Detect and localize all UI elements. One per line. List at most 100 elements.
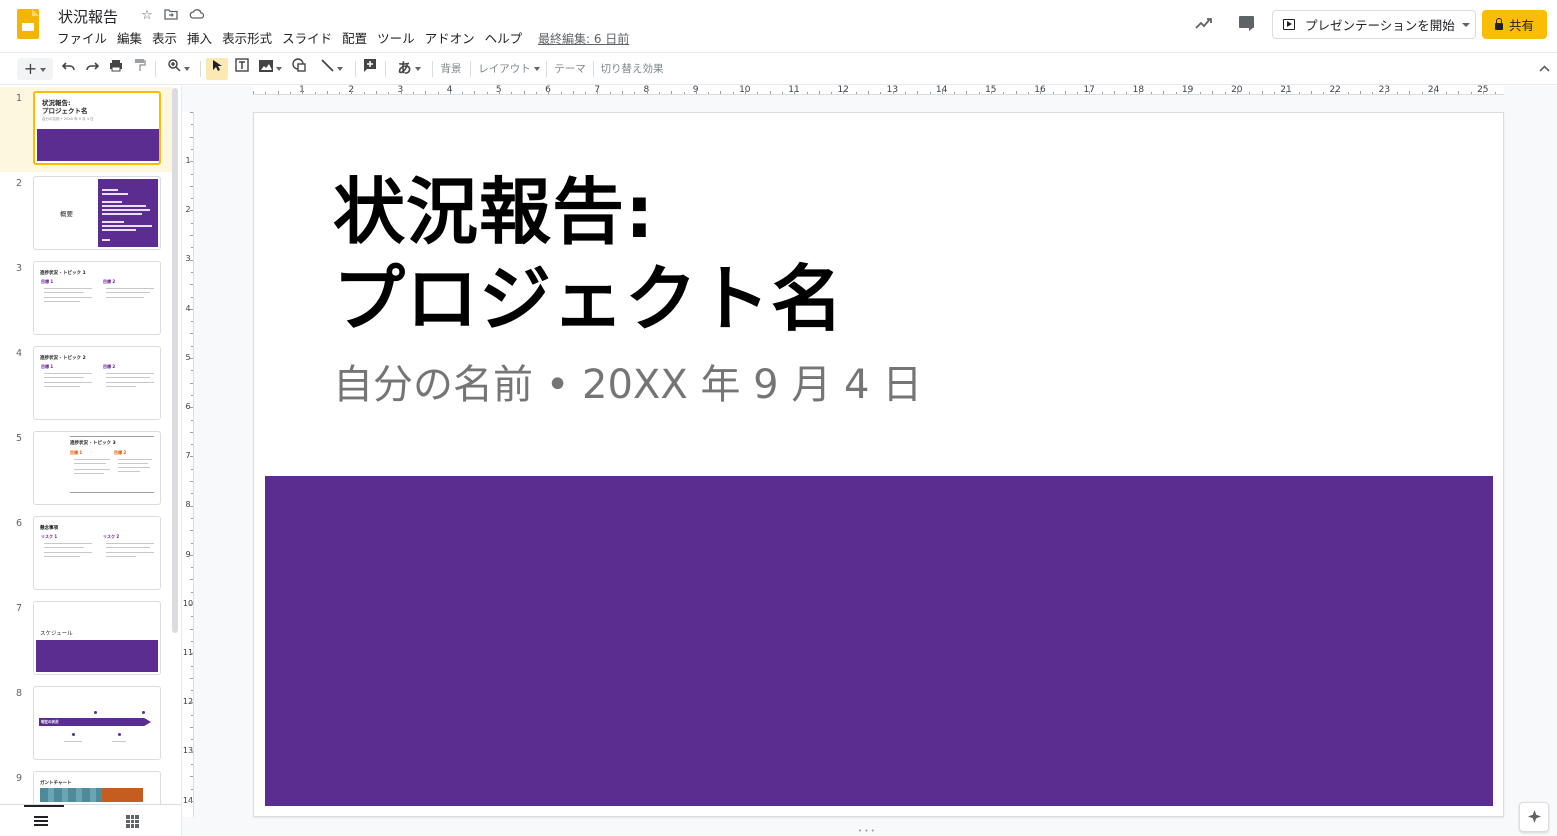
ruler-tick	[191, 493, 193, 495]
slide-thumbnail-8[interactable]: 8 現在の状況	[0, 682, 172, 767]
image-icon[interactable]	[256, 58, 284, 80]
cloud-status-icon[interactable]	[188, 8, 204, 24]
ruler-tick	[1310, 91, 1312, 94]
ruler-tick	[757, 92, 759, 94]
comment-history-icon[interactable]	[1236, 13, 1258, 35]
ruler-tick	[190, 530, 193, 532]
slide-thumbnail-7[interactable]: 7 スケジュール	[0, 597, 172, 682]
new-slide-button[interactable]: +	[17, 58, 53, 80]
present-options-dropdown[interactable]	[1457, 10, 1476, 39]
ruler-tick	[474, 91, 476, 94]
thumb-panel	[98, 179, 158, 247]
ruler-tick	[190, 727, 193, 728]
ruler-tick	[191, 690, 193, 692]
purple-banner-shape[interactable]	[265, 476, 1493, 806]
thumb-title: ガントチャート	[40, 781, 72, 786]
ruler-tick	[190, 776, 193, 778]
ruler-tick	[1089, 91, 1091, 94]
activity-dashboard-icon[interactable]	[1193, 13, 1215, 35]
menu-view[interactable]: 表示	[147, 30, 182, 48]
redo-icon[interactable]	[82, 58, 102, 80]
ruler-tick	[191, 247, 193, 249]
last-edit-link[interactable]: 最終編集: 6 日前	[538, 30, 629, 48]
vertical-ruler[interactable]: 1 2 3 4 5 6 7 8 9 10 11 12 13 14	[182, 112, 194, 817]
thumb-gantt	[102, 788, 143, 802]
move-folder-icon[interactable]	[163, 8, 179, 24]
menu-insert[interactable]: 挿入	[182, 30, 217, 48]
slide-title[interactable]: 状況報告: プロジェクト名	[333, 169, 844, 343]
slide-thumbnail-5[interactable]: 5 進捗状況 - トピック 3 目標 1 目標 2	[0, 427, 172, 512]
input-tools-button[interactable]: あ	[392, 58, 426, 80]
text-box-icon[interactable]	[232, 58, 252, 80]
ruler-tick	[1126, 92, 1128, 94]
ruler-tick	[1458, 91, 1460, 94]
transition-button[interactable]: 切り替え効果	[600, 58, 664, 80]
zoom-button[interactable]	[162, 58, 196, 80]
background-button[interactable]: 背景	[438, 58, 464, 80]
ruler-tick	[966, 91, 968, 94]
menu-edit[interactable]: 編集	[112, 30, 147, 48]
ruler-tick	[449, 91, 451, 94]
explore-button[interactable]	[1519, 802, 1549, 832]
ruler-tick	[190, 505, 193, 507]
slide-thumbnail-9[interactable]: 9 ガントチャート	[0, 767, 172, 804]
layout-button[interactable]: レイアウト	[477, 58, 541, 80]
filmstrip-view-icon[interactable]	[34, 815, 48, 827]
ruler-tick	[462, 92, 464, 94]
ruler-tick	[190, 800, 193, 802]
document-title[interactable]: 状況報告	[58, 6, 118, 27]
slide-number: 4	[16, 348, 23, 359]
menu-format[interactable]: 表示形式	[217, 30, 277, 48]
undo-icon[interactable]	[59, 58, 79, 80]
collapse-chevron-icon[interactable]	[1536, 58, 1552, 80]
slide-thumbnail-1[interactable]: 1 状況報告: プロジェクト名 自分の名前 • 20XX 年 9 月 4 日	[0, 87, 172, 172]
ruler-tick	[1237, 91, 1238, 94]
share-button[interactable]: 共有	[1482, 10, 1547, 39]
theme-button[interactable]: テーマ	[552, 58, 588, 80]
ruler-tick	[929, 92, 931, 94]
line-icon[interactable]	[315, 58, 349, 80]
menu-tools[interactable]: ツール	[372, 30, 420, 48]
ruler-tick	[1064, 91, 1066, 94]
ruler-tick	[190, 677, 193, 679]
slides-logo-icon[interactable]	[17, 9, 39, 39]
ruler-tick	[437, 92, 439, 94]
ruler-tick	[499, 91, 500, 94]
slide-thumbnail-4[interactable]: 4 進捗状況 - トピック 2 目標 1 目標 2	[0, 342, 172, 427]
menu-help[interactable]: ヘルプ	[480, 30, 528, 48]
slide-canvas[interactable]: 状況報告: プロジェクト名 自分の名前 • 20XX 年 9 月 4 日	[253, 112, 1504, 817]
ruler-tick	[572, 91, 574, 94]
ruler-tick	[646, 91, 648, 94]
slide-number: 7	[16, 603, 23, 614]
ruler-tick	[190, 259, 193, 261]
slide-thumbnail-3[interactable]: 3 進捗状況 - トピック 1 目標 1 目標 2	[0, 257, 172, 342]
menu-file[interactable]: ファイル	[52, 30, 112, 48]
select-cursor-icon[interactable]	[206, 58, 228, 80]
shape-icon[interactable]	[289, 58, 309, 80]
ruler-tick	[781, 92, 783, 94]
menu-slide[interactable]: スライド	[277, 30, 337, 48]
ruler-tick	[622, 91, 623, 94]
ruler-tick	[191, 567, 193, 569]
speaker-notes-resize-handle[interactable]: • • •	[858, 828, 880, 835]
slide-number: 2	[16, 178, 23, 189]
menu-arrange[interactable]: 配置	[337, 30, 372, 48]
ruler-tick	[609, 92, 611, 94]
star-icon[interactable]: ☆	[139, 8, 155, 24]
slide-subtitle[interactable]: 自分の名前 • 20XX 年 9 月 4 日	[333, 360, 922, 410]
paint-format-icon[interactable]	[130, 58, 150, 80]
horizontal-ruler[interactable]: 1 2 3 4 5 6 7 8 9 10 11 12 13 14 15 16 17 18 19 20 21 22 23 24 2…	[253, 85, 1504, 95]
thumb-label: 目標 1	[41, 279, 54, 284]
grid-view-icon[interactable]	[126, 815, 139, 828]
slide-preview: 進捗状況 - トピック 2 目標 1 目標 2	[33, 346, 161, 420]
add-comment-icon[interactable]	[360, 58, 380, 80]
share-label: 共有	[1508, 18, 1534, 33]
slide-thumbnail-2[interactable]: 2 概要	[0, 172, 172, 257]
slide-thumbnail-6[interactable]: 6 懸念事項 リスク 1 リスク 2	[0, 512, 172, 597]
print-icon[interactable]	[106, 58, 126, 80]
filmstrip-scrollbar[interactable]	[172, 88, 178, 633]
toolbar: + あ 背景 レイアウト テーマ 切り替え効果	[0, 52, 1557, 85]
menu-addons[interactable]: アドオン	[420, 30, 480, 48]
ruler-tick	[191, 370, 193, 372]
present-button[interactable]: プレゼンテーションを開始	[1272, 10, 1458, 39]
